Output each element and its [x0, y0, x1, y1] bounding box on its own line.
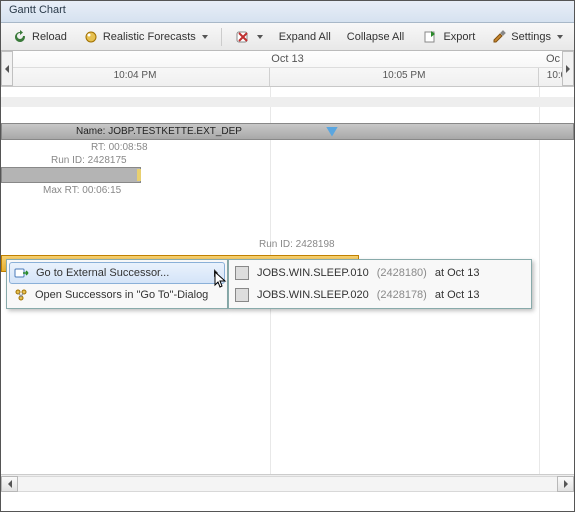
separator: [221, 28, 222, 46]
submenu-item[interactable]: JOBS.WIN.SLEEP.010 (2428180) at Oct 13: [231, 262, 529, 284]
marker-icon: [326, 127, 338, 137]
horizontal-scrollbar[interactable]: [1, 474, 574, 492]
ruler-times-row: 10:04 PM 10:05 PM 10:0: [1, 68, 574, 86]
time-tick: 10:04 PM: [1, 68, 269, 86]
expand-all-label: Expand All: [279, 31, 331, 43]
time-ruler: Oct 13 Oc 10:04 PM 10:05 PM 10:0: [1, 51, 574, 87]
collapse-all-button[interactable]: Collapse All: [340, 28, 411, 46]
reload-icon: [12, 29, 28, 45]
task-header[interactable]: Name: JOBP.TESTKETTE.EXT_DEP: [1, 123, 574, 140]
band: [1, 97, 574, 107]
chevron-right-icon: [566, 65, 570, 73]
forecasts-icon: [83, 29, 99, 45]
scroll-track[interactable]: [18, 476, 557, 492]
scroll-left-button[interactable]: [1, 476, 18, 492]
context-item-goto-external[interactable]: Go to External Successor...: [9, 262, 225, 284]
task-header-label: Name: JOBP.TESTKETTE.EXT_DEP: [76, 126, 242, 137]
submenu-at: at Oct 13: [435, 289, 480, 301]
task-bar[interactable]: [1, 167, 141, 183]
successors-icon: [13, 287, 29, 303]
mouse-cursor-icon: [214, 271, 228, 292]
submenu: JOBS.WIN.SLEEP.010 (2428180) at Oct 13 J…: [228, 259, 532, 309]
runid-label: Run ID: 2428198: [259, 239, 335, 250]
toolbar: Reload Realistic Forecasts Expand All Co…: [1, 23, 574, 51]
context-item-open-successors[interactable]: Open Successors in "Go To"-Dialog: [9, 284, 225, 306]
ruler-scroll-left[interactable]: [1, 51, 13, 86]
ruler-date-right: Oc: [546, 53, 560, 65]
clear-button[interactable]: [228, 26, 270, 48]
export-button[interactable]: Export: [416, 26, 482, 48]
context-item-label: Open Successors in "Go To"-Dialog: [35, 289, 208, 301]
window-titlebar: Gantt Chart: [1, 1, 574, 23]
reload-button[interactable]: Reload: [5, 26, 74, 48]
submenu-item[interactable]: JOBS.WIN.SLEEP.020 (2428178) at Oct 13: [231, 284, 529, 306]
goto-icon: [14, 265, 30, 281]
submenu-runid: (2428178): [377, 289, 427, 301]
forecasts-button[interactable]: Realistic Forecasts: [76, 26, 215, 48]
caret-down-icon: [557, 35, 563, 39]
context-menu: Go to External Successor... Open Success…: [6, 259, 228, 309]
rt-label: RT: 00:08:58: [91, 142, 148, 153]
export-icon: [423, 29, 439, 45]
export-label: Export: [443, 31, 475, 43]
clear-icon: [235, 29, 251, 45]
caret-down-icon: [257, 35, 263, 39]
settings-label: Settings: [511, 31, 551, 43]
runid-label: Run ID: 2428175: [51, 155, 127, 166]
ruler-date: Oct 13: [271, 53, 303, 65]
submenu-job: JOBS.WIN.SLEEP.020: [257, 289, 369, 301]
scroll-right-button[interactable]: [557, 476, 574, 492]
expand-all-button[interactable]: Expand All: [272, 28, 338, 46]
ruler-scroll-right[interactable]: [562, 51, 574, 86]
job-status-box-icon: [235, 288, 249, 302]
job-status-box-icon: [235, 266, 249, 280]
ruler-date-row: Oct 13 Oc: [1, 51, 574, 68]
submenu-at: at Oct 13: [435, 267, 480, 279]
chevron-left-icon: [5, 65, 9, 73]
gantt-body: Name: JOBP.TESTKETTE.EXT_DEP RT: 00:08:5…: [1, 87, 574, 492]
maxrt-label: Max RT: 00:06:15: [43, 185, 121, 196]
settings-icon: [491, 29, 507, 45]
time-tick: 10:05 PM: [269, 68, 538, 86]
caret-down-icon: [202, 35, 208, 39]
chevron-left-icon: [8, 480, 12, 488]
collapse-all-label: Collapse All: [347, 31, 404, 43]
window-title: Gantt Chart: [9, 4, 66, 16]
context-item-label: Go to External Successor...: [36, 267, 169, 279]
reload-label: Reload: [32, 31, 67, 43]
settings-button[interactable]: Settings: [484, 26, 570, 48]
forecasts-label: Realistic Forecasts: [103, 31, 196, 43]
chevron-right-icon: [564, 480, 568, 488]
submenu-runid: (2428180): [377, 267, 427, 279]
submenu-job: JOBS.WIN.SLEEP.010: [257, 267, 369, 279]
